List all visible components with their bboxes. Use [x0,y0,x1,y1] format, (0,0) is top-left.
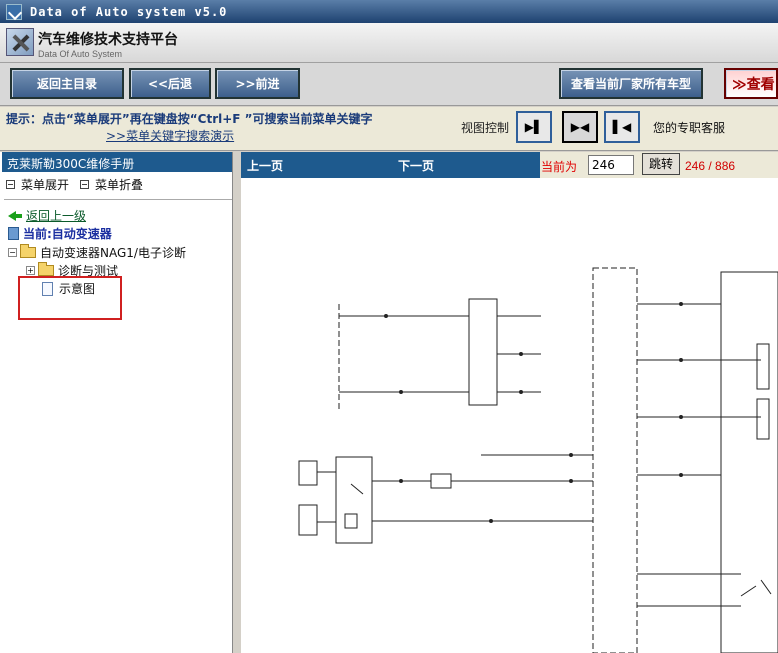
sidebar: 克莱斯勒300C维修手册 菜单展开 菜单折叠 返回上一级 当前:自动变速器 − … [0,152,240,653]
platform-subtitle: Data Of Auto System [38,49,123,59]
collapse-icon [80,180,89,189]
menu-collapse-label: 菜单折叠 [95,178,144,192]
expand-icon [6,180,15,189]
view-split-button[interactable]: ▶◀ [562,111,598,143]
database-icon [8,227,19,240]
view-more-button[interactable]: ≫查看 [724,68,778,99]
expand-node-icon[interactable]: + [26,266,35,275]
tree-node-transmission[interactable]: − 自动变速器NAG1/电子诊断 [8,244,186,261]
prev-page-link[interactable]: 上一页 [247,157,283,174]
next-page-link[interactable]: 下一页 [398,157,434,174]
current-section: 当前:自动变速器 [8,225,112,242]
app-header: 汽车维修技术支持平台 Data Of Auto System [0,23,778,63]
page-toolbar: 上一页 下一页 当前为 246 跳转 246 / 886 [241,152,778,178]
menu-expand-label: 菜单展开 [21,178,70,192]
view-expand-right-button[interactable]: ▶▌ [516,111,552,143]
page-count: 246 / 886 [685,159,736,173]
search-demo-link[interactable]: >>菜单关键字搜索演示 [106,127,234,144]
menu-expand-button[interactable]: 菜单展开 [6,176,69,193]
back-button[interactable]: <<后退 [129,68,211,99]
folder-icon [38,262,54,276]
forward-button[interactable]: >>前进 [215,68,300,99]
navigation-bar: 返回主目录 <<后退 >>前进 查看当前厂家所有车型 ≫查看 [0,63,778,106]
tree-node-label: 自动变速器NAG1/电子诊断 [40,246,186,260]
collapse-node-icon[interactable]: − [8,248,17,257]
current-page-label: 当前为 [541,160,578,174]
manual-title: 克莱斯勒300C维修手册 [2,152,240,172]
window-title: Data of Auto system v5.0 [30,4,228,19]
selection-highlight-box [18,276,122,320]
search-hint-text: 提示：点击“菜单展开”再在键盘按“Ctrl+F ”可搜索当前菜单关键字 [6,112,373,126]
tools-logo-icon [6,28,34,56]
view-control-label: 视图控制 [461,121,510,135]
page-number-input[interactable]: 246 [588,155,634,175]
divider [4,199,234,200]
content-pane: 上一页 下一页 当前为 246 跳转 246 / 886 [241,152,778,653]
back-up-link[interactable]: 返回上一级 [8,207,86,224]
wiring-schematic [298,267,778,653]
back-arrow-icon [8,210,16,221]
customer-service-link[interactable]: 您的专职客服 [653,119,725,136]
jump-button[interactable]: 跳转 [642,153,680,175]
app-icon [6,3,22,20]
window-titlebar: Data of Auto system v5.0 [0,0,778,23]
view-expand-left-button[interactable]: ▌◀ [604,111,640,143]
back-up-label: 返回上一级 [26,209,87,223]
current-section-label: 当前:自动变速器 [23,227,112,241]
hint-bar: 提示：点击“菜单展开”再在键盘按“Ctrl+F ”可搜索当前菜单关键字 >>菜单… [0,107,778,151]
menu-collapse-button[interactable]: 菜单折叠 [80,176,143,193]
folder-icon [20,244,36,258]
view-all-models-button[interactable]: 查看当前厂家所有车型 [559,68,703,99]
home-button[interactable]: 返回主目录 [10,68,124,99]
platform-title: 汽车维修技术支持平台 [38,32,178,48]
